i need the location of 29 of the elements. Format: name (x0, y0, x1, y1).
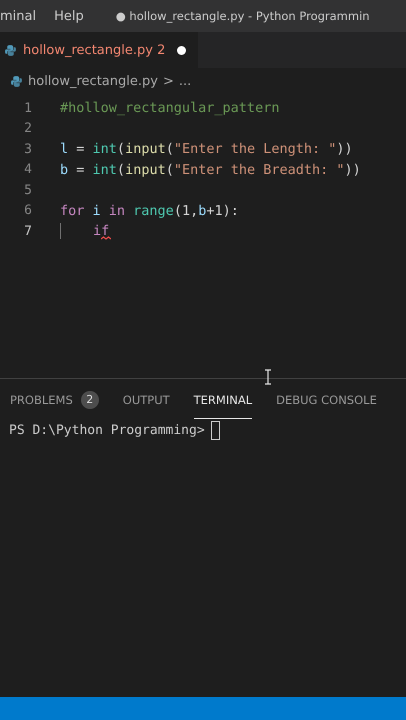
panel-tab[interactable]: PROBLEMS 2 (10, 381, 99, 419)
panel-tab[interactable]: OUTPUT (122, 381, 170, 419)
line-number: 5 (23, 182, 32, 198)
breadcrumb-separator: > (162, 74, 174, 88)
editor-tab[interactable]: hollow_rectangle.py 2 (0, 32, 198, 68)
menu-item[interactable]: minal (0, 8, 36, 24)
code-line: if (61, 223, 110, 240)
count-badge: 2 (80, 390, 99, 408)
line-number: 7 (23, 224, 32, 239)
line-number: 3 (23, 142, 32, 157)
python-file-icon (10, 74, 23, 88)
breadcrumb-item[interactable]: hollow_rectangle.py (28, 74, 158, 88)
window-title: ● hollow_rectangle.py - Python Programmin (116, 9, 370, 23)
panel-tab[interactable]: DEBUG CONSOLE (276, 381, 377, 419)
code-line: b = int(input("Enter the Breadth: ")) (60, 162, 361, 178)
panel-tab[interactable]: TERMINAL (194, 381, 252, 419)
code-line: #hollow_rectangular_pattern (60, 100, 280, 116)
menu-item[interactable]: Help (54, 8, 84, 24)
breadcrumb-item[interactable]: ... (178, 74, 192, 88)
line-number: 4 (23, 162, 32, 178)
text-cursor-icon (264, 369, 272, 385)
line-number: 1 (23, 100, 32, 116)
terminal-cursor (210, 421, 220, 440)
code-line: l = int(input("Enter the Length: ")) (60, 141, 353, 158)
line-number: 2 (23, 121, 32, 136)
line-number: 6 (23, 203, 32, 218)
python-file-icon (4, 44, 17, 56)
terminal-prompt: PS D:\Python Programming> (9, 423, 205, 438)
code-line: for i in range(1,b+1): (60, 202, 239, 219)
